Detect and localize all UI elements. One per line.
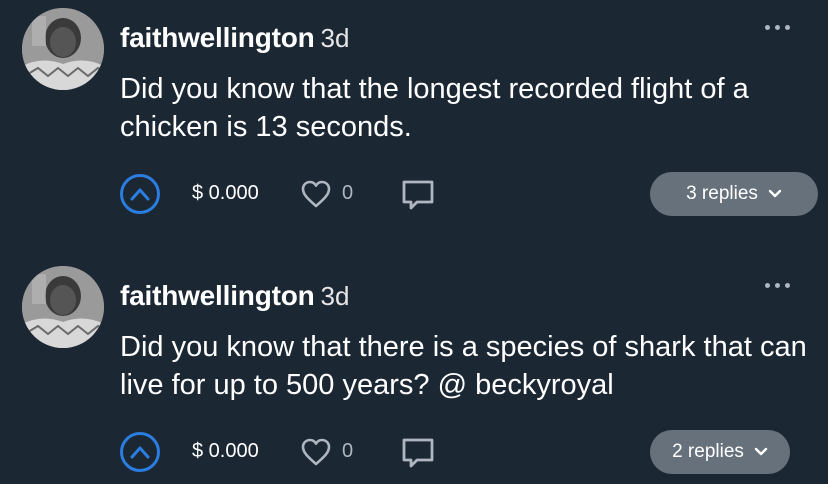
comment-icon xyxy=(402,438,434,468)
timestamp: 3d xyxy=(320,23,350,53)
reply-button[interactable] xyxy=(400,177,436,213)
avatar[interactable] xyxy=(22,266,104,348)
payout-amount: $ 0.000 xyxy=(192,182,259,204)
like-button[interactable] xyxy=(300,178,332,210)
replies-count: 2 replies xyxy=(672,441,744,462)
chevron-up-icon xyxy=(130,446,150,459)
avatar-image xyxy=(22,8,104,90)
more-horizontal-icon[interactable] xyxy=(762,20,792,34)
comment-feed: faithwellington 3d Did you know that the … xyxy=(0,0,828,484)
post-actions: $ 0.000 0 2 replies xyxy=(116,430,820,474)
timestamp: 3d xyxy=(320,281,350,311)
like-count: 0 xyxy=(342,182,354,204)
heart-outline-icon xyxy=(301,438,331,466)
replies-toggle-button[interactable]: 2 replies xyxy=(650,430,790,474)
chevron-up-icon xyxy=(130,188,150,201)
post-header: faithwellington 3d xyxy=(120,280,349,312)
reply-button[interactable] xyxy=(400,435,436,471)
username[interactable]: faithwellington xyxy=(120,22,315,53)
like-button[interactable] xyxy=(300,436,332,468)
post-card: faithwellington 3d Did you know that ther… xyxy=(0,258,828,484)
upvote-button[interactable] xyxy=(120,174,160,214)
like-count: 0 xyxy=(342,440,354,462)
comment-icon xyxy=(402,180,434,210)
more-horizontal-icon[interactable] xyxy=(762,278,792,292)
replies-toggle-button[interactable]: 3 replies xyxy=(650,172,818,216)
post-actions: $ 0.000 0 3 replies xyxy=(116,172,820,216)
avatar-image xyxy=(22,266,104,348)
replies-count: 3 replies xyxy=(686,183,758,204)
upvote-button[interactable] xyxy=(120,432,160,472)
heart-outline-icon xyxy=(301,180,331,208)
post-header: faithwellington 3d xyxy=(120,22,349,54)
chevron-down-icon xyxy=(768,189,782,198)
username[interactable]: faithwellington xyxy=(120,280,315,311)
post-card: faithwellington 3d Did you know that the … xyxy=(0,0,828,242)
post-text: Did you know that there is a species of … xyxy=(120,331,807,401)
chevron-down-icon xyxy=(754,447,768,456)
post-text: Did you know that the longest recorded f… xyxy=(120,73,749,143)
avatar[interactable] xyxy=(22,8,104,90)
payout-amount: $ 0.000 xyxy=(192,440,259,462)
